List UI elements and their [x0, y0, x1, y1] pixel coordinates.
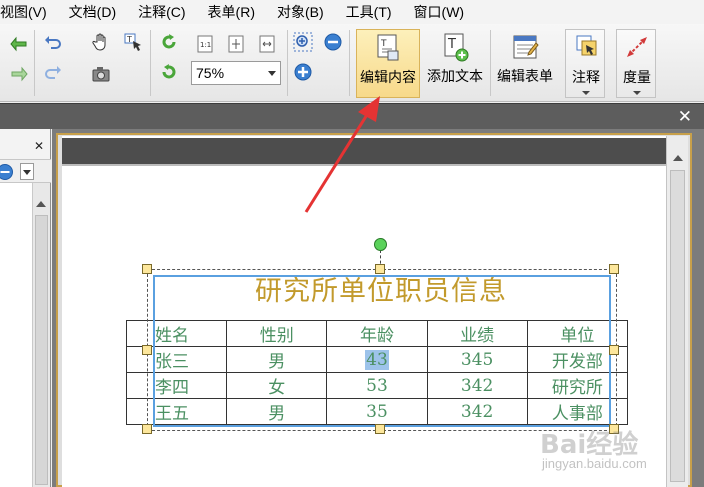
zoom-in-region-icon[interactable] — [292, 31, 314, 53]
chevron-down-icon — [268, 71, 276, 76]
rotate-ccw-icon[interactable] — [158, 61, 180, 83]
camera-icon[interactable] — [90, 63, 112, 85]
resize-handle-right[interactable] — [609, 345, 619, 355]
resize-handle-top-left[interactable] — [142, 264, 152, 274]
resize-handle-left[interactable] — [142, 345, 152, 355]
svg-text:1:1: 1:1 — [200, 41, 211, 49]
hand-icon[interactable] — [90, 31, 112, 53]
panel-scrollbar[interactable] — [32, 183, 50, 487]
add-text-label: 添加文本 — [427, 68, 483, 84]
red-arrow-icon — [304, 96, 380, 213]
resize-handle-top[interactable] — [375, 264, 385, 274]
menu-bar: 视图(V) 文档(D) 注释(C) 表单(R) 对象(B) 工具(T) 窗口(W… — [0, 0, 704, 24]
menu-window[interactable]: 窗口(W) — [414, 0, 465, 24]
svg-text:T: T — [447, 37, 456, 52]
edit-form-button[interactable]: 编辑表单 — [493, 29, 557, 98]
menu-form[interactable]: 表单(R) — [208, 0, 255, 24]
zoom-in-icon[interactable] — [292, 61, 314, 83]
panel-options-dropdown[interactable] — [20, 163, 34, 180]
zoom-value: 75% — [196, 65, 225, 81]
forward-arrow-icon[interactable] — [8, 63, 30, 85]
close-panel-icon[interactable]: ✕ — [34, 139, 44, 153]
resize-handle-bottom-left[interactable] — [142, 424, 152, 434]
zoom-out-icon[interactable] — [0, 163, 14, 181]
resize-handle-top-right[interactable] — [609, 264, 619, 274]
scroll-thumb[interactable] — [35, 215, 48, 485]
edit-content-icon: T — [377, 34, 399, 61]
watermark: Bai经验 jingyan.baidu.com — [540, 424, 704, 484]
left-panel: ✕ — [0, 129, 51, 487]
svg-text:T: T — [380, 39, 387, 49]
fit-width-icon[interactable] — [256, 33, 278, 55]
zoom-select[interactable]: 75% — [191, 61, 281, 85]
back-arrow-icon[interactable] — [8, 33, 30, 55]
actual-size-icon[interactable]: 1:1 — [194, 33, 216, 55]
annotate-label: 注释 — [572, 69, 600, 85]
measure-icon — [627, 37, 647, 57]
select-text-icon[interactable]: T — [122, 31, 144, 53]
zoom-out-icon[interactable] — [322, 31, 344, 53]
rotate-handle[interactable] — [374, 238, 387, 251]
annotate-button[interactable]: 注释 — [565, 29, 605, 98]
menu-comment[interactable]: 注释(C) — [138, 0, 185, 24]
edit-content-button[interactable]: T 编辑内容 — [356, 29, 420, 98]
scroll-up-icon[interactable] — [36, 201, 46, 207]
add-text-icon: T — [444, 33, 469, 62]
fit-page-icon[interactable] — [225, 33, 247, 55]
menu-view[interactable]: 视图(V) — [0, 0, 47, 24]
annotate-icon — [576, 35, 597, 56]
edit-form-icon — [513, 35, 539, 59]
redo-icon[interactable] — [42, 63, 64, 85]
measure-label: 度量 — [623, 69, 651, 85]
menu-tools[interactable]: 工具(T) — [346, 0, 392, 24]
undo-icon[interactable] — [42, 33, 64, 55]
panel-content — [0, 183, 32, 487]
close-document-icon[interactable]: ✕ — [678, 107, 692, 127]
edit-content-label: 编辑内容 — [360, 69, 416, 85]
edit-form-label: 编辑表单 — [497, 68, 553, 84]
measure-button[interactable]: 度量 — [616, 29, 656, 98]
chevron-down-icon — [23, 170, 31, 175]
chevron-down-icon — [633, 91, 641, 95]
text-selection-box[interactable] — [153, 275, 611, 427]
chevron-down-icon — [582, 91, 590, 95]
add-text-button[interactable]: T 添加文本 — [424, 29, 486, 98]
menu-document[interactable]: 文档(D) — [69, 0, 116, 24]
svg-text:T: T — [126, 35, 132, 44]
menu-object[interactable]: 对象(B) — [277, 0, 324, 24]
resize-handle-bottom[interactable] — [375, 424, 385, 434]
watermark-url: jingyan.baidu.com — [542, 456, 647, 471]
panel-toolbar — [0, 159, 51, 183]
rotate-cw-icon[interactable] — [158, 31, 180, 53]
scroll-up-icon[interactable] — [673, 155, 683, 161]
